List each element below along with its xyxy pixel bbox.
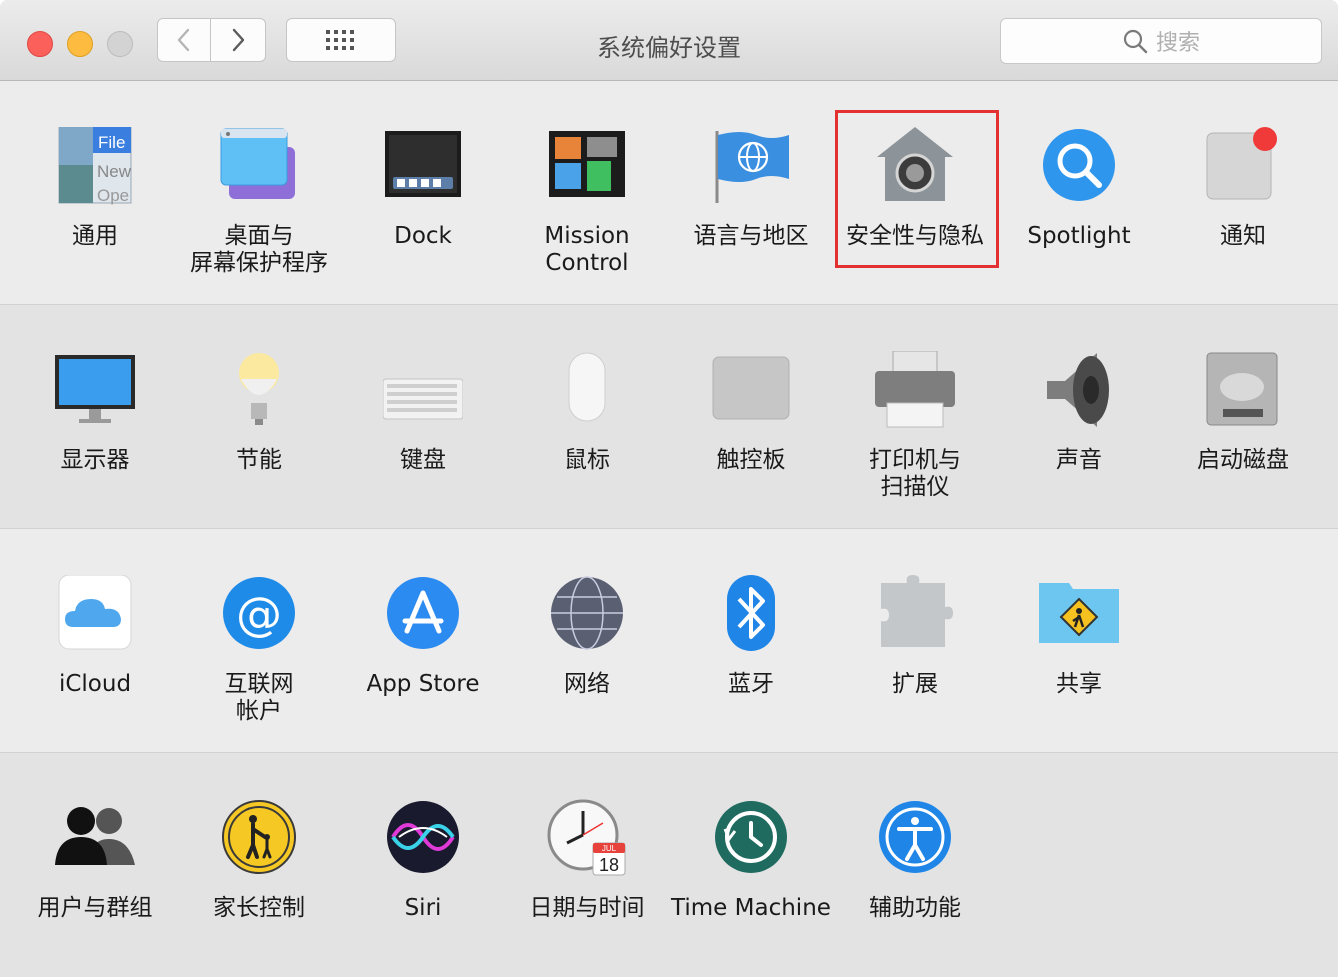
pane-label: 网络 [564,671,610,697]
sound-icon [1047,353,1109,427]
time-machine-icon [715,801,787,873]
printer-scanner-icon [875,351,955,428]
pane-label: Spotlight [1027,223,1131,249]
section-system: 用户与群组 家长控制 Siri JUL 18 日期与时间 Time Machin… [0,753,1338,977]
language-region-icon [715,131,789,203]
pane-label: iCloud [58,671,132,697]
pane-label: 触控板 [716,447,786,473]
icloud-icon [58,575,132,650]
pane-label: Dock [394,223,452,249]
pane-label: 用户与群组 [37,895,153,921]
pane-label: 语言与地区 [693,223,809,249]
notifications-icon [1206,127,1277,200]
calendar-day-text: 18 [599,855,619,875]
users-groups-icon [55,807,135,865]
pane-label: Siri [404,895,442,921]
search-icon [1123,29,1148,54]
pane-label: App Store [366,671,480,697]
pane-label: 蓝牙 [728,671,774,697]
pane-label: 显示器 [60,447,130,473]
keyboard-icon [383,378,463,420]
general-icon: File New Ope [58,127,132,205]
svg-text:@: @ [236,587,282,641]
pane-label: Mission Control [544,223,630,276]
pane-label: 桌面与 屏幕保护程序 [190,223,328,276]
desktop-screensaver-icon [220,128,295,199]
energy-saver-icon [239,353,279,425]
system-preferences-window: 系统偏好设置 搜索 File New Ope 通用 桌面与 屏幕保护程序 Doc… [0,0,1338,977]
pane-label: 日期与时间 [529,895,645,921]
internet-accounts-icon: @ [223,577,295,649]
bluetooth-icon [727,575,775,651]
section-internet-wireless: iCloud @ 互联网 帐户 App Store 网络 蓝牙 扩展 共享 [0,529,1338,753]
pane-label: 通知 [1220,223,1266,249]
highlight-box [835,110,999,268]
pane-label: 家长控制 [213,895,305,921]
general-icon-open-text: Ope [97,186,129,205]
dock-icon [385,131,461,197]
mission-control-icon [549,131,625,197]
pane-label: Time Machine [671,895,831,921]
pane-label: 鼠标 [564,447,610,473]
displays-icon [55,355,135,423]
pane-label: 启动磁盘 [1197,447,1289,473]
calendar-month-text: JUL [602,844,617,853]
app-store-icon [387,577,459,649]
pane-label: 声音 [1056,447,1102,473]
parental-controls-icon [222,800,296,874]
pane-label: 共享 [1056,671,1102,697]
pane-label: 打印机与 扫描仪 [869,447,961,500]
trackpad-icon [712,356,790,420]
section-hardware: 显示器 节能 键盘 鼠标 触控板 打印机与 扫描仪 声音 启动磁盘 [0,305,1338,529]
pane-label: 辅助功能 [869,895,961,921]
pane-label: 通用 [72,223,118,249]
general-icon-new-text: New [97,162,132,181]
sharing-icon [1039,583,1119,643]
accessibility-icon [879,801,951,873]
pane-label: 互联网 帐户 [224,671,294,724]
spotlight-icon [1043,129,1115,201]
title-bar: 系统偏好设置 搜索 [0,0,1338,81]
date-time-icon: JUL 18 [547,799,626,876]
pane-label: 扩展 [892,671,938,697]
general-icon-file-text: File [98,133,125,152]
section-personal: File New Ope 通用 桌面与 屏幕保护程序 Dock Mission … [0,81,1338,305]
search-field[interactable]: 搜索 [1000,18,1322,64]
extensions-icon [881,575,953,647]
pane-label: 键盘 [400,447,446,473]
siri-icon [387,801,459,873]
mouse-icon [568,352,606,422]
network-icon [551,576,623,650]
startup-disk-icon [1206,352,1278,426]
search-placeholder: 搜索 [1155,31,1200,56]
pane-label: 节能 [236,447,282,473]
